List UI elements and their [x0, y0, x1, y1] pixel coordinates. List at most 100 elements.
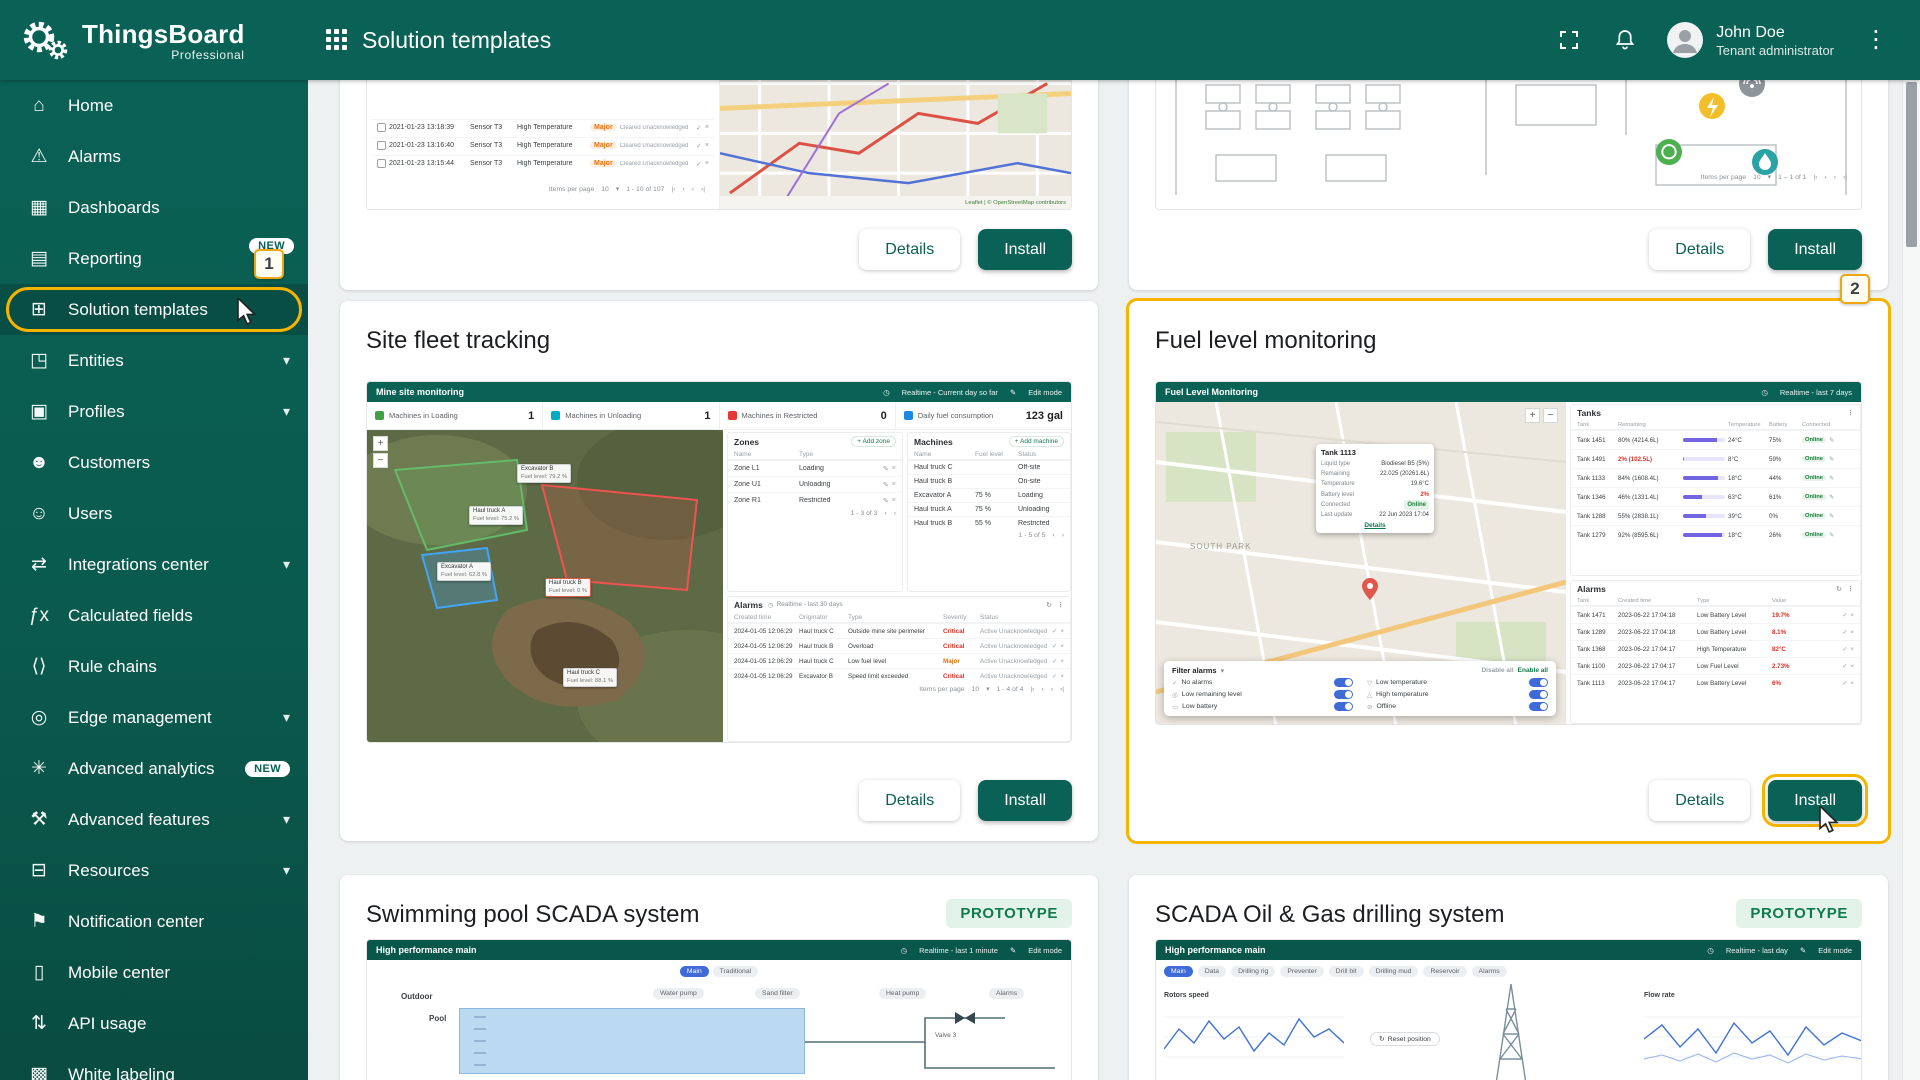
edit-icon: ✎	[1829, 513, 1834, 520]
sidebar-item-label: Profiles	[68, 402, 267, 422]
column-header: Type	[848, 614, 940, 621]
ack-icon: ✓	[696, 124, 702, 132]
cell: Low fuel level	[848, 658, 940, 665]
notification-center-icon: ⚑	[26, 910, 52, 933]
table-row: Haul truck A75 %Unloading	[908, 502, 1070, 516]
cell: Tank 1113	[1577, 680, 1615, 687]
cell: Restricted	[799, 497, 880, 504]
edit-mode-label: Edit mode	[1818, 946, 1852, 955]
sidebar-item-edge-management[interactable]: ◎Edge management▾	[0, 692, 308, 743]
row-checkbox	[377, 141, 386, 150]
sidebar-item-white-labeling[interactable]: ▩White labeling	[0, 1049, 308, 1080]
first-page-icon: |‹	[1813, 174, 1817, 181]
panel-title: Alarms	[734, 600, 763, 610]
notifications-bell-icon[interactable]	[1610, 25, 1640, 55]
template-card-site-fleet: Site fleet tracking Mine site monitoring…	[340, 301, 1098, 841]
sidebar-item-calculated-fields[interactable]: ƒxCalculated fields	[0, 590, 308, 641]
map-area-label: SOUTH PARK	[1190, 542, 1251, 551]
sidebar-item-alarms[interactable]: ⚠Alarms	[0, 131, 308, 182]
severity-cell: Critical	[943, 643, 977, 650]
cell: Speed limit exceeded	[848, 673, 940, 680]
sidebar-item-api-usage[interactable]: ⇅API usage	[0, 998, 308, 1049]
ack-icon: ✓	[1842, 612, 1847, 619]
more-options-icon[interactable]: ⋮	[1860, 28, 1892, 52]
last-page-icon: ›|	[1060, 686, 1064, 693]
marker-name: Excavator B	[521, 466, 567, 474]
ack-icon: ✓	[1842, 663, 1847, 670]
line-chart-graphic	[1644, 999, 1862, 1073]
sidebar-item-entities[interactable]: ◳Entities▾	[0, 335, 308, 386]
sidebar-item-resources[interactable]: ⊟Resources▾	[0, 845, 308, 896]
popup-value: Online	[1404, 500, 1429, 510]
clear-icon: ×	[1060, 673, 1064, 680]
page-title: Solution templates	[362, 27, 551, 54]
clear-icon: ×	[1060, 643, 1064, 650]
pool-depth-scale-graphic	[460, 1009, 804, 1073]
scrollbar-thumb[interactable]	[1906, 82, 1917, 247]
install-button[interactable]: Install	[1768, 229, 1862, 270]
install-button[interactable]: Install	[978, 780, 1072, 821]
sidebar-item-mobile-center[interactable]: ▯Mobile center	[0, 947, 308, 998]
tab-main: Main	[1164, 966, 1193, 977]
cell: 2024-01-05 12:06:29	[734, 643, 796, 650]
plus-icon: +	[1015, 438, 1019, 445]
dashboard-title: High performance main	[1165, 945, 1266, 955]
column-header: Type	[1697, 598, 1769, 604]
sidebar-item-label: API usage	[68, 1014, 290, 1034]
user-menu[interactable]: John Doe Tenant administrator	[1666, 21, 1834, 59]
tab-reservoir: Reservoir	[1423, 966, 1466, 977]
details-button[interactable]: Details	[1649, 229, 1750, 270]
cell: Active Unacknowledged	[980, 658, 1049, 665]
sidebar-item-customers[interactable]: ☻Customers	[0, 437, 308, 488]
edit-icon: ✎	[1829, 475, 1834, 482]
details-button[interactable]: Details	[859, 229, 960, 270]
map-zoom-controls: + −	[373, 436, 388, 468]
advanced-analytics-icon: ✳	[26, 757, 52, 780]
card-actions: Details Install	[859, 780, 1072, 821]
machines-table: Machines+ Add machine NameFuel levelStat…	[907, 432, 1071, 592]
sidebar-item-advanced-analytics[interactable]: ✳Advanced analyticsNEW	[0, 743, 308, 794]
page-range: 1 - 4 of 4	[997, 686, 1024, 693]
install-button[interactable]: Install	[978, 229, 1072, 270]
segment-main: Main	[680, 966, 709, 977]
filter-label: Low battery	[1182, 703, 1217, 710]
sidebar-item-profiles[interactable]: ▣Profiles▾	[0, 386, 308, 437]
status-badge: Online	[1802, 456, 1826, 462]
fullscreen-icon[interactable]	[1554, 25, 1584, 55]
install-button[interactable]: Install	[1768, 780, 1862, 821]
ack-icon: ✓	[1052, 673, 1057, 680]
more-options-icon: ⋮	[1057, 601, 1064, 609]
sidebar-item-advanced-features[interactable]: ⚒Advanced features▾	[0, 794, 308, 845]
sidebar-item-solution-templates[interactable]: ⊞Solution templates	[0, 284, 308, 335]
sidebar-item-home[interactable]: ⌂Home	[0, 80, 308, 131]
cell: Low Battery Level	[1697, 612, 1769, 619]
marker-name: Excavator A	[441, 564, 487, 572]
filter-item: △High temperature	[1367, 690, 1548, 699]
zoom-out-icon: −	[1543, 408, 1558, 423]
details-button[interactable]: Details	[1649, 780, 1750, 821]
status-badge: Online	[1802, 475, 1826, 481]
marker-name: Haul truck A	[473, 508, 519, 516]
cell: Tank 1100	[1577, 663, 1615, 670]
filter-label: No alarms	[1181, 679, 1212, 686]
cell: Overload	[848, 643, 940, 650]
sidebar-item-label: Entities	[68, 351, 267, 371]
details-button[interactable]: Details	[859, 780, 960, 821]
sidebar-item-notification-center[interactable]: ⚑Notification center	[0, 896, 308, 947]
card-title: SCADA Oil & Gas drilling system	[1155, 901, 1504, 929]
sidebar-item-dashboards[interactable]: ▦Dashboards	[0, 182, 308, 233]
page-range: 1 - 5 of 5	[1019, 532, 1046, 539]
chevron-down-icon: ▾	[1768, 173, 1771, 181]
cell: 55% (2838.1L)	[1618, 513, 1680, 520]
ack-icon: ✓	[696, 142, 702, 150]
sidebar-item-rule-chains[interactable]: ⟨⟩Rule chains	[0, 641, 308, 692]
clock-icon: ◷	[1707, 946, 1714, 955]
severity-badge: Major	[590, 160, 617, 167]
toggle-switch	[1334, 690, 1353, 699]
filter-item: ▭Low battery	[1172, 702, 1353, 711]
toggle-switch	[1334, 678, 1353, 687]
last-page-icon: ›|	[1843, 174, 1847, 181]
sidebar-item-users[interactable]: ☺Users	[0, 488, 308, 539]
alarm-value: 6%	[1772, 680, 1839, 687]
sidebar-item-integrations-center[interactable]: ⇄Integrations center▾	[0, 539, 308, 590]
